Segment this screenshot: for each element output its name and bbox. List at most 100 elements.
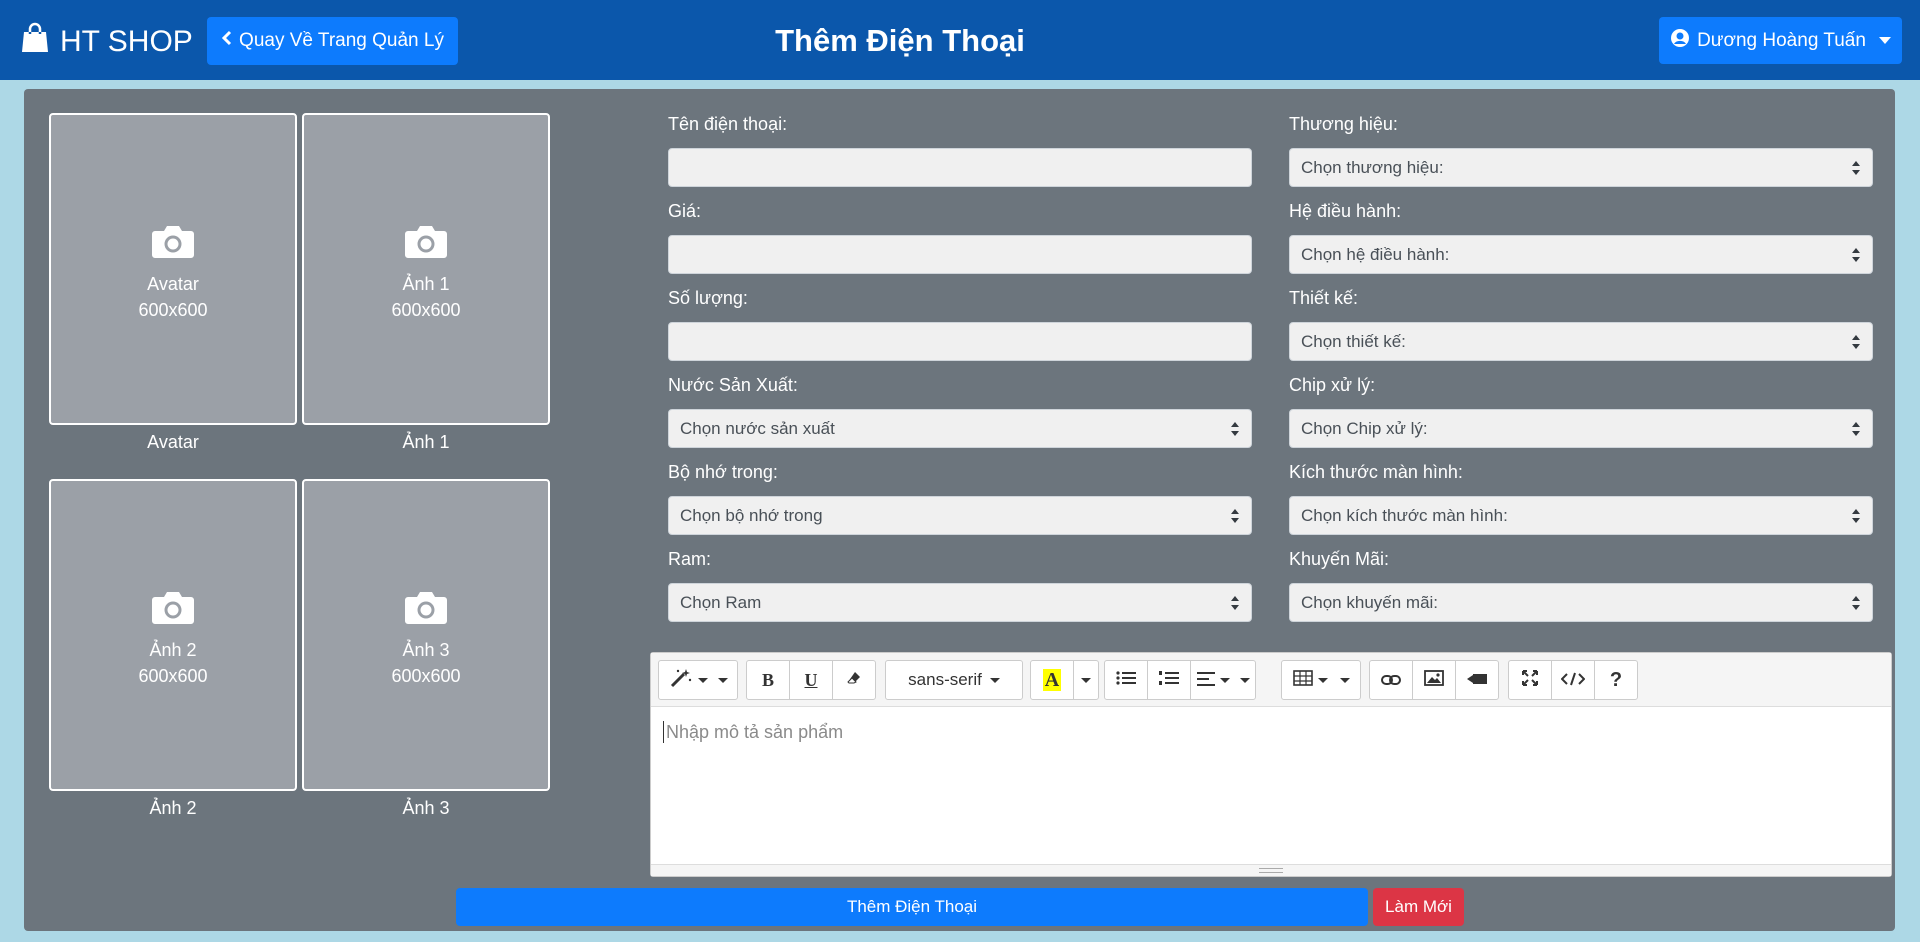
country-select[interactable]: Chọn nước sản xuất <box>668 409 1252 448</box>
avatar-upload[interactable]: Avatar 600x600 <box>49 113 297 425</box>
magic-wand-icon <box>669 668 693 693</box>
brand-select[interactable]: Chọn thương hiệu: <box>1289 148 1873 187</box>
user-circle-icon <box>1670 28 1690 54</box>
select-arrows-icon <box>1852 422 1860 436</box>
editor-toolbar: B U sans-serif A ? <box>651 653 1891 707</box>
storage-select-value: Chọn bộ nhớ trong <box>680 505 823 525</box>
align-dropdown[interactable] <box>1190 660 1256 700</box>
tile-caption: Avatar <box>147 432 199 452</box>
tile-caption: Ảnh 1 <box>402 432 450 452</box>
os-select-value: Chọn hệ điều hành: <box>1301 244 1450 264</box>
screen-size-select-value: Chọn kích thước màn hình: <box>1301 505 1508 525</box>
storage-label: Bộ nhớ trong: <box>668 462 778 482</box>
camera-icon <box>404 223 448 264</box>
select-arrows-icon <box>1231 596 1239 610</box>
clear-format-button[interactable] <box>832 660 876 700</box>
image-1-upload[interactable]: Ảnh 1 600x600 <box>302 113 550 425</box>
color-dropdown[interactable] <box>1073 660 1099 700</box>
description-textarea[interactable]: Nhập mô tả sản phẩm <box>663 721 843 743</box>
storage-select[interactable]: Chọn bộ nhớ trong <box>668 496 1252 535</box>
reset-button[interactable]: Làm Mới <box>1373 888 1464 926</box>
image-2-upload[interactable]: Ảnh 2 600x600 <box>49 479 297 791</box>
screen-size-select[interactable]: Chọn kích thước màn hình: <box>1289 496 1873 535</box>
insert-link-button[interactable] <box>1369 660 1413 700</box>
chip-select-value: Chọn Chip xử lý: <box>1301 418 1428 438</box>
price-label: Giá: <box>668 201 702 221</box>
text-cursor <box>663 721 664 743</box>
add-phone-button-label: Thêm Điện Thoại <box>846 897 978 916</box>
promotion-select[interactable]: Chọn khuyến mãi: <box>1289 583 1873 622</box>
video-icon <box>1467 670 1487 691</box>
unordered-list-button[interactable] <box>1104 660 1148 700</box>
caret-down-icon <box>1317 677 1328 683</box>
os-select[interactable]: Chọn hệ điều hành: <box>1289 235 1873 274</box>
table-group <box>1281 660 1361 700</box>
phone-name-input[interactable] <box>668 148 1252 187</box>
price-input[interactable] <box>668 235 1252 274</box>
caret-down-icon <box>1339 677 1350 683</box>
editor-resize-bar[interactable] <box>651 864 1891 876</box>
caret-down-icon <box>1219 677 1230 683</box>
brand-link[interactable]: HT SHOP <box>20 22 193 62</box>
style-dropdown[interactable] <box>658 660 738 700</box>
caret-down-icon <box>1081 677 1091 683</box>
insert-video-button[interactable] <box>1455 660 1499 700</box>
link-icon <box>1381 670 1401 691</box>
quantity-input[interactable] <box>668 322 1252 361</box>
back-to-admin-button[interactable]: Quay Về Trang Quản Lý <box>207 17 458 65</box>
bold-button[interactable]: B <box>746 660 790 700</box>
tile-label: Ảnh 3 <box>402 639 450 660</box>
back-button-label: Quay Về Trang Quản Lý <box>239 30 444 51</box>
underline-label: U <box>804 669 818 690</box>
help-label: ? <box>1609 668 1623 691</box>
brand-name: HT SHOP <box>60 25 193 58</box>
eraser-icon <box>846 670 862 691</box>
tile-size: 600x600 <box>391 665 461 686</box>
misc-group: ? <box>1508 660 1638 700</box>
caret-down-icon <box>1239 677 1250 683</box>
paragraph-group <box>1104 660 1256 700</box>
design-label: Thiết kế: <box>1289 288 1359 308</box>
caret-down-icon <box>989 677 1000 683</box>
text-color-label: A <box>1042 669 1062 691</box>
table-dropdown[interactable] <box>1281 660 1361 700</box>
ordered-list-button[interactable] <box>1147 660 1191 700</box>
code-view-button[interactable] <box>1551 660 1595 700</box>
tile-caption: Ảnh 2 <box>149 798 197 818</box>
underline-button[interactable]: U <box>789 660 833 700</box>
ram-label: Ram: <box>668 549 712 569</box>
reset-button-label: Làm Mới <box>1385 897 1452 916</box>
picture-icon <box>1424 669 1444 691</box>
text-color-button[interactable]: A <box>1030 660 1074 700</box>
camera-icon <box>151 223 195 264</box>
design-select[interactable]: Chọn thiết kế: <box>1289 322 1873 361</box>
promotion-select-value: Chọn khuyến mãi: <box>1301 592 1439 612</box>
select-arrows-icon <box>1852 161 1860 175</box>
tile-size: 600x600 <box>138 665 208 686</box>
chip-select[interactable]: Chọn Chip xử lý: <box>1289 409 1873 448</box>
tile-label: Avatar <box>147 273 199 294</box>
tile-label: Ảnh 1 <box>402 273 450 294</box>
add-phone-button[interactable]: Thêm Điện Thoại <box>456 888 1368 926</box>
chip-label: Chip xử lý: <box>1289 375 1376 395</box>
promotion-label: Khuyến Mãi: <box>1289 549 1390 569</box>
country-label: Nước Sản Xuất: <box>668 375 798 395</box>
tile-size: 600x600 <box>138 299 208 320</box>
help-button[interactable]: ? <box>1594 660 1638 700</box>
quantity-label: Số lượng: <box>668 288 748 308</box>
ram-select[interactable]: Chọn Ram <box>668 583 1252 622</box>
insert-picture-button[interactable] <box>1412 660 1456 700</box>
user-menu-dropdown[interactable]: Dương Hoàng Tuấn <box>1659 17 1902 64</box>
font-family-dropdown[interactable]: sans-serif <box>885 660 1023 700</box>
color-group: A <box>1030 660 1099 700</box>
table-icon <box>1292 669 1313 691</box>
font-style-group: B U <box>746 660 876 700</box>
style-group <box>658 660 738 700</box>
resize-grip-icon <box>1259 868 1283 873</box>
list-ol-icon <box>1159 670 1179 691</box>
ram-select-value: Chọn Ram <box>680 592 762 612</box>
insert-group <box>1369 660 1499 700</box>
fullscreen-button[interactable] <box>1508 660 1552 700</box>
image-3-upload[interactable]: Ảnh 3 600x600 <box>302 479 550 791</box>
select-arrows-icon <box>1852 335 1860 349</box>
